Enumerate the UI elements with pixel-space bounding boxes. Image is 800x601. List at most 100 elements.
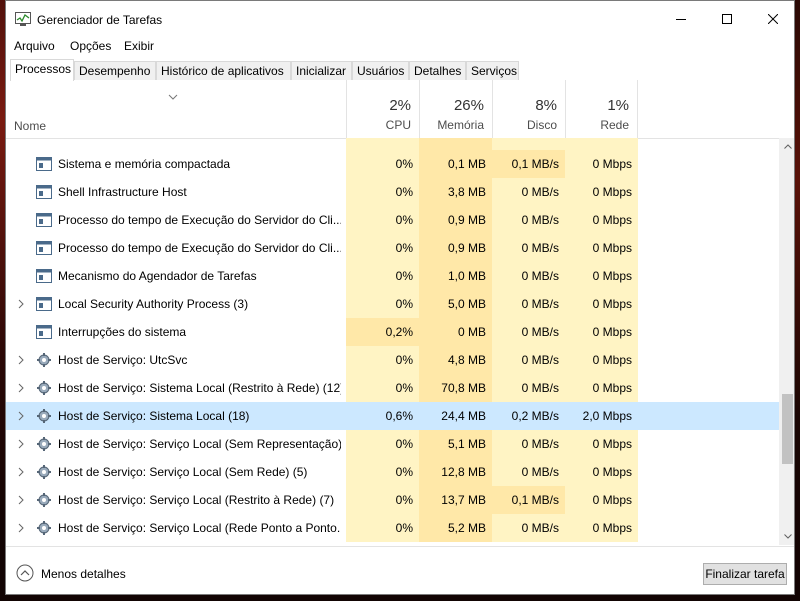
scroll-thumb[interactable] [782, 394, 793, 464]
tab-desempenho[interactable]: Desempenho [74, 61, 156, 80]
menu-arquivo[interactable]: Arquivo [14, 39, 55, 53]
maximize-icon [722, 14, 732, 24]
network-value: 0 Mbps [565, 150, 638, 178]
scroll-down-button[interactable] [779, 528, 794, 545]
disk-value: 0,2 MB/s [511, 409, 559, 423]
cpu-value: 0% [346, 514, 419, 542]
column-name-header[interactable]: Nome [14, 119, 46, 133]
tab-inicializar[interactable]: Inicializar [291, 61, 352, 80]
table-row[interactable]: Host de Serviço: Serviço Local (Sem Repr… [6, 430, 779, 458]
window-title: Gerenciador de Tarefas [37, 13, 163, 27]
partial-row-disk [492, 138, 565, 150]
network-value: 0 Mbps [565, 262, 638, 290]
disk-value: 0 MB/s [492, 178, 565, 206]
table-row[interactable]: Host de Serviço: Sistema Local (18) 0,6% 2… [6, 402, 779, 430]
process-name: Sistema e memória compactada [58, 157, 231, 171]
expand-chevron-icon[interactable] [16, 466, 26, 478]
table-row[interactable]: Host de Serviço: Sistema Local (Restrito… [6, 374, 779, 402]
disk-value: 0,1 MB/s [492, 486, 565, 514]
tab-usuarios[interactable]: Usuários [352, 61, 409, 80]
process-list: Sistema e memória compactada 0% 0,1 MB 0,1 … [6, 138, 779, 545]
chevron-up-icon [783, 144, 792, 149]
sort-chevron-icon[interactable] [168, 94, 178, 100]
close-icon [768, 14, 778, 24]
memory-value: 0 MB [419, 318, 492, 346]
footer-bar: Menos detalhes Finalizar tarefa [6, 546, 794, 594]
title-bar[interactable]: Gerenciador de Tarefas [6, 1, 794, 37]
expand-chevron-icon[interactable] [16, 522, 26, 534]
tab-historico[interactable]: Histórico de aplicativos [156, 61, 291, 80]
scroll-up-button[interactable] [779, 138, 794, 155]
disk-value: 0 MB/s [492, 346, 565, 374]
system-window-icon [36, 325, 52, 339]
disk-value: 0 MB/s [492, 318, 565, 346]
cpu-value: 0% [346, 234, 419, 262]
menu-opcoes[interactable]: Opções [70, 39, 111, 53]
expand-chevron-icon[interactable] [16, 298, 26, 310]
expand-chevron-icon[interactable] [16, 438, 26, 450]
expand-chevron-icon[interactable] [16, 410, 26, 422]
cpu-value: 0% [346, 374, 419, 402]
memory-value: 0,9 MB [419, 234, 492, 262]
partial-row-mem [419, 138, 492, 150]
end-task-button[interactable]: Finalizar tarefa [703, 563, 787, 585]
maximize-button[interactable] [704, 1, 750, 37]
disk-value: 0 MB/s [492, 206, 565, 234]
network-value: 0 Mbps [565, 514, 638, 542]
process-name: Interrupções do sistema [58, 325, 187, 339]
tab-processos[interactable]: Processos [10, 59, 74, 81]
expand-chevron-icon[interactable] [16, 382, 26, 394]
minimize-icon [676, 19, 686, 20]
process-name: Local Security Authority Process (3) [58, 297, 249, 311]
network-value: 0 Mbps [565, 486, 638, 514]
memory-total: 26% [453, 97, 484, 114]
memory-label: Memória [437, 118, 484, 132]
menu-bar: Arquivo Opções Exibir [6, 37, 794, 55]
table-row[interactable]: Local Security Authority Process (3) 0% 5,… [6, 290, 779, 318]
tab-detalhes[interactable]: Detalhes [409, 61, 466, 80]
table-row[interactable]: Host de Serviço: UtcSvc 0% 4,8 MB 0 MB/s 0 M… [6, 346, 779, 374]
vertical-scrollbar[interactable] [779, 138, 794, 545]
cpu-value: 0% [346, 290, 419, 318]
menu-exibir[interactable]: Exibir [124, 39, 154, 53]
disk-value: 0 MB/s [492, 514, 565, 542]
column-disk-header[interactable]: 8% Disco [492, 80, 565, 138]
collapse-details-icon[interactable] [16, 564, 34, 582]
task-manager-window: Gerenciador de Tarefas Arquivo Opções Ex… [5, 0, 795, 595]
cpu-value: 0% [346, 206, 419, 234]
memory-value: 4,8 MB [419, 346, 492, 374]
tab-servicos[interactable]: Serviços [466, 61, 519, 80]
gear-icon [37, 437, 51, 451]
disk-label: Disco [526, 118, 557, 132]
process-name: Mecanismo do Agendador de Tarefas [58, 269, 257, 283]
gear-icon [37, 521, 51, 535]
partial-row-net [565, 138, 638, 150]
expand-chevron-icon[interactable] [16, 354, 26, 366]
table-row[interactable]: Interrupções do sistema 0,2% 0 MB 0 MB/s 0 M… [6, 318, 779, 346]
disk-value: 0 MB/s [492, 262, 565, 290]
table-row[interactable]: Processo do tempo de Execução do Servido… [6, 206, 779, 234]
table-row[interactable]: Host de Serviço: Serviço Local (Sem Rede… [6, 458, 779, 486]
system-window-icon [36, 213, 52, 227]
column-memory-header[interactable]: 26% Memória [419, 80, 492, 138]
process-name: Shell Infrastructure Host [58, 185, 187, 199]
table-row[interactable]: Shell Infrastructure Host 0% 3,8 MB 0 MB/s 0… [6, 178, 779, 206]
table-row[interactable]: Processo do tempo de Execução do Servido… [6, 234, 779, 262]
column-network-header[interactable]: 1% Rede [565, 80, 638, 138]
memory-value: 24,4 MB [441, 409, 486, 423]
column-cpu-header[interactable]: 2% CPU [346, 80, 419, 138]
expand-chevron-icon[interactable] [16, 494, 26, 506]
system-window-icon [36, 297, 52, 311]
close-button[interactable] [750, 1, 794, 37]
memory-value: 3,8 MB [419, 178, 492, 206]
table-row[interactable]: Host de Serviço: Serviço Local (Restrito… [6, 486, 779, 514]
disk-value: 0 MB/s [492, 430, 565, 458]
less-details-link[interactable]: Menos detalhes [41, 567, 126, 581]
minimize-button[interactable] [658, 1, 704, 37]
table-row[interactable]: Sistema e memória compactada 0% 0,1 MB 0,1 … [6, 150, 779, 178]
table-row[interactable]: Host de Serviço: Serviço Local (Rede Pon… [6, 514, 779, 542]
memory-value: 12,8 MB [419, 458, 492, 486]
network-value: 0 Mbps [565, 290, 638, 318]
table-row[interactable]: Mecanismo do Agendador de Tarefas 0% 1,0 M… [6, 262, 779, 290]
chevron-down-icon [783, 534, 792, 539]
